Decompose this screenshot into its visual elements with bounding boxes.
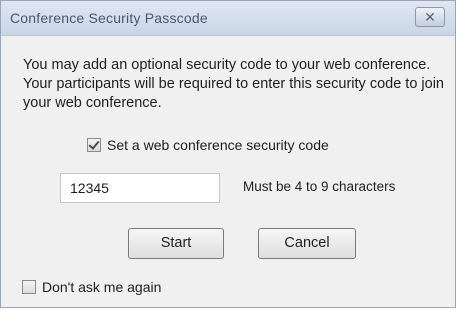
security-code-checkbox-label: Set a web conference security code — [107, 137, 329, 153]
security-code-input[interactable] — [60, 173, 220, 203]
security-code-checkbox-row[interactable]: Set a web conference security code — [87, 137, 329, 153]
window-title: Conference Security Passcode — [10, 10, 208, 26]
dont-ask-checkbox-row[interactable]: Don't ask me again — [22, 279, 161, 295]
security-passcode-dialog: Conference Security Passcode ✕ You may a… — [0, 0, 456, 308]
cancel-button[interactable]: Cancel — [258, 228, 356, 259]
start-button[interactable]: Start — [128, 228, 224, 259]
close-icon: ✕ — [424, 9, 436, 25]
code-length-hint: Must be 4 to 9 characters — [243, 179, 396, 194]
dont-ask-checkbox-label: Don't ask me again — [42, 279, 162, 295]
close-button[interactable]: ✕ — [415, 7, 445, 27]
title-bar[interactable]: Conference Security Passcode ✕ — [1, 1, 455, 36]
dont-ask-checkbox[interactable] — [22, 280, 36, 294]
dialog-message: You may add an optional security code to… — [23, 57, 444, 111]
security-code-checkbox[interactable] — [87, 138, 101, 152]
